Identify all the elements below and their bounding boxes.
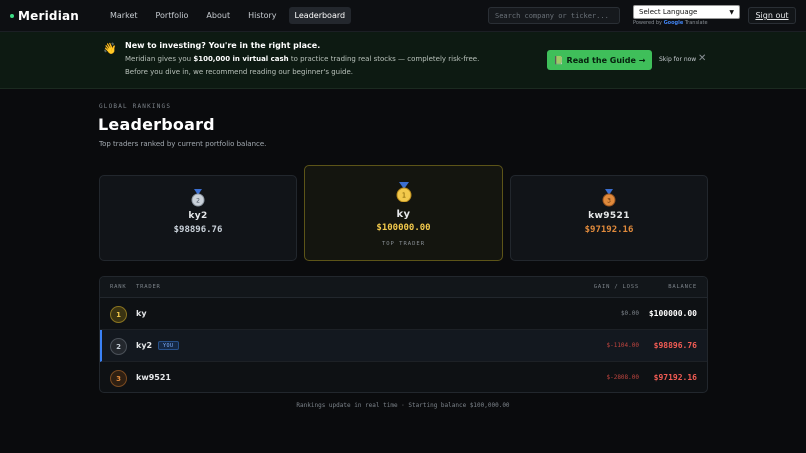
- gain-loss: $0.00: [620, 310, 639, 317]
- medal-number: 1: [401, 192, 405, 200]
- rank-badge: 1: [110, 306, 127, 323]
- page-eyebrow: GLOBAL RANKINGS: [99, 103, 172, 110]
- balance: $97192.16: [653, 373, 697, 382]
- search-input[interactable]: [488, 7, 620, 24]
- podium-card-first: 1 ky $100000.00 TOP TRADER: [304, 165, 503, 261]
- balance: $100000.00: [648, 309, 697, 318]
- banner-text-line1: Meridian gives you $100,000 in virtual c…: [125, 55, 480, 63]
- gain-loss: $-1104.00: [606, 342, 639, 349]
- close-icon[interactable]: ✕: [698, 53, 706, 64]
- page-subtitle: Top traders ranked by current portfolio …: [99, 140, 267, 148]
- column-header-balance: BALANCE: [668, 284, 697, 290]
- nav-link-leaderboard[interactable]: Leaderboard: [288, 7, 352, 24]
- nav-link-portfolio[interactable]: Portfolio: [150, 7, 195, 24]
- powered-by-translate: Powered by Google Translate: [633, 20, 708, 26]
- nav-link-history[interactable]: History: [242, 7, 282, 24]
- read-guide-button[interactable]: 📗 Read the Guide →: [547, 50, 652, 70]
- medal-number: 3: [607, 198, 611, 205]
- brand-dot-icon: [10, 14, 14, 18]
- rank-badge: 2: [110, 338, 127, 355]
- book-icon: 📗: [553, 55, 564, 65]
- top-nav: Meridian Market Portfolio About History …: [0, 0, 806, 32]
- podium-balance: $97192.16: [584, 225, 634, 235]
- table-row[interactable]: 3 kw9521 $-2808.00 $97192.16: [100, 362, 707, 392]
- leaderboard-table: RANK TRADER GAIN / LOSS BALANCE 1 ky $0.…: [99, 276, 708, 393]
- nav-link-market[interactable]: Market: [104, 7, 144, 24]
- nav-links: Market Portfolio About History Leaderboa…: [104, 7, 352, 24]
- sign-out-button[interactable]: Sign out: [748, 7, 796, 24]
- skip-button[interactable]: Skip for now: [659, 56, 696, 63]
- you-badge: YOU: [158, 341, 179, 350]
- balance: $98896.76: [653, 341, 697, 350]
- podium-name: ky: [396, 209, 411, 220]
- trader-name: ky: [136, 309, 147, 318]
- banner-title: New to investing? You're in the right pl…: [125, 41, 321, 50]
- brand-logo[interactable]: Meridian: [10, 9, 79, 23]
- table-row[interactable]: 1 ky $0.00 $100000.00: [100, 298, 707, 330]
- google-logo: Google: [663, 20, 684, 26]
- footnote: Rankings update in real time · Starting …: [296, 402, 510, 409]
- table-header: RANK TRADER GAIN / LOSS BALANCE: [100, 277, 707, 298]
- gold-medal-icon: 1: [396, 182, 411, 202]
- brand-name: Meridian: [18, 9, 80, 23]
- podium-balance: $100000.00: [376, 223, 431, 233]
- banner-text-line2: Before you dive in, we recommend reading…: [125, 68, 353, 76]
- nav-link-about[interactable]: About: [200, 7, 236, 24]
- podium-card-second: 2 ky2 $98896.76: [99, 175, 297, 261]
- table-row-current-user[interactable]: 2 ky2 YOU $-1104.00 $98896.76: [100, 330, 707, 362]
- language-select[interactable]: Select Language ▼: [633, 5, 740, 19]
- podium-balance: $98896.76: [173, 225, 223, 235]
- rank-badge: 3: [110, 370, 127, 387]
- column-header-trader: TRADER: [136, 284, 161, 290]
- gain-loss: $-2808.00: [606, 374, 639, 381]
- trader-name: kw9521: [136, 373, 171, 382]
- top-trader-tag: TOP TRADER: [381, 241, 426, 247]
- column-header-gain: GAIN / LOSS: [593, 284, 639, 290]
- podium-name: kw9521: [588, 211, 630, 221]
- trader-name: ky2: [136, 341, 153, 350]
- medal-number: 2: [196, 198, 200, 205]
- column-header-rank: RANK: [110, 284, 127, 290]
- bronze-medal-icon: 3: [602, 189, 616, 207]
- podium-name: ky2: [188, 211, 208, 221]
- page-title: Leaderboard: [98, 115, 215, 134]
- waving-hand-icon: 👋: [103, 42, 117, 55]
- podium-card-third: 3 kw9521 $97192.16: [510, 175, 708, 261]
- silver-medal-icon: 2: [191, 189, 205, 207]
- language-select-value: Select Language: [639, 8, 698, 16]
- chevron-down-icon: ▼: [729, 8, 734, 16]
